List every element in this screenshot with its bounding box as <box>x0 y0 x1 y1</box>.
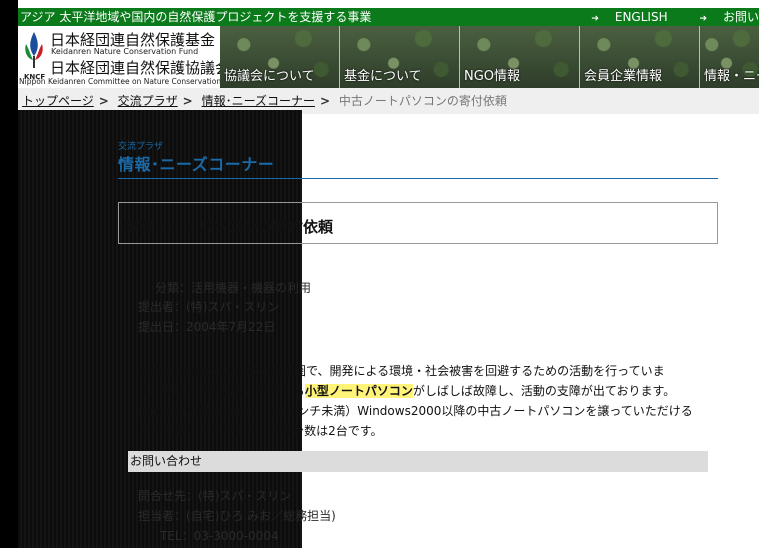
nav-item-info-needs[interactable]: 情報・ニー <box>700 26 759 88</box>
nav-item-ngo-info[interactable]: NGO情報 <box>460 26 580 88</box>
section-divider <box>118 178 718 179</box>
logo-name-jp-2: 日本経団連自然保護協議会 <box>50 59 231 77</box>
english-link[interactable]: ➔ ENGLISH <box>577 10 667 24</box>
site-logo[interactable]: KNCF 日本経団連自然保護基金 Keidanren Nature Conser… <box>18 26 230 89</box>
article-paragraph-4: 方を募集しております。必要台数は2台です。 <box>138 424 383 438</box>
article-title: 中古ノートパソコンの寄付依頼 <box>123 218 334 236</box>
kncf-logo-icon <box>25 32 43 68</box>
contact-link[interactable]: ➔ お問い <box>685 10 759 24</box>
arrow-right-icon: ➔ <box>699 14 707 24</box>
article-paragraph-3: 画面を折り畳み可能な（10インチ未満）Windows2000以降の中古ノートパソ… <box>138 404 693 418</box>
breadcrumb-plaza[interactable]: 交流プラザ <box>118 94 178 108</box>
nav-item-member-companies[interactable]: 会員企業情報 <box>580 26 700 88</box>
logo-name-en-1: Keidanren Nature Conservation Fund <box>51 47 199 56</box>
logo-name-en-2: Nippon Keidanren Committee on Nature Con… <box>19 77 222 86</box>
breadcrumb-separator: > <box>182 94 193 108</box>
nav-item-about-fund[interactable]: 基金について <box>340 26 460 88</box>
left-black-strip <box>0 0 18 548</box>
breadcrumb-top[interactable]: トップページ <box>22 94 94 108</box>
article-category: 分類：活用機器・機器の利用 <box>155 281 312 295</box>
article-title-box: 中古ノートパソコンの寄付依頼 <box>118 202 718 244</box>
banner-tagline: アジア 太平洋地域や国内の自然保護プロジェクトを支援する事業 <box>20 10 372 24</box>
breadcrumb-separator: > <box>98 94 109 108</box>
article-paragraph-2: す。現地で活動調査に使用する小型ノートパソコンがしばしば故障し、活動の支障が出て… <box>138 384 676 398</box>
top-banner: アジア 太平洋地域や国内の自然保護プロジェクトを支援する事業 ➔ ENGLISH … <box>18 8 759 26</box>
contact-heading-bar: お問い合わせ <box>128 451 708 472</box>
arrow-right-icon: ➔ <box>591 14 599 24</box>
banner-links: ➔ ENGLISH ➔ お問い <box>563 8 759 28</box>
article-submitter: 提出者：(特)スパ・スリン <box>138 300 280 314</box>
highlight-laptop: 小型ノートパソコン <box>304 384 413 398</box>
main-nav: 協議会について 基金について NGO情報 会員企業情報 情報・ニー <box>220 26 759 88</box>
breadcrumb-needs[interactable]: 情報･ニーズコーナー <box>202 94 315 108</box>
contact-org: 問合せ先：(特)スパ・スリン <box>138 489 292 503</box>
contact-phone: TEL：03-3000-0004 <box>160 529 279 543</box>
nav-item-about-council[interactable]: 協議会について <box>220 26 340 88</box>
article-paragraph-1: 私達は北関東の河川敷の流域圏で、開発による環境・社会被害を回避するための活動を行… <box>138 364 665 378</box>
section-title: 情報･ニーズコーナー <box>118 155 275 174</box>
contact-heading: お問い合わせ <box>130 454 203 468</box>
contact-person: 担当者：(自宅)ひろ みお／総務担当) <box>138 509 336 523</box>
breadcrumb-separator: > <box>319 94 331 108</box>
article-date: 提出日：2004年7月22日 <box>138 320 276 334</box>
breadcrumb-current: 中古ノートパソコンの寄付依頼 <box>338 94 507 108</box>
